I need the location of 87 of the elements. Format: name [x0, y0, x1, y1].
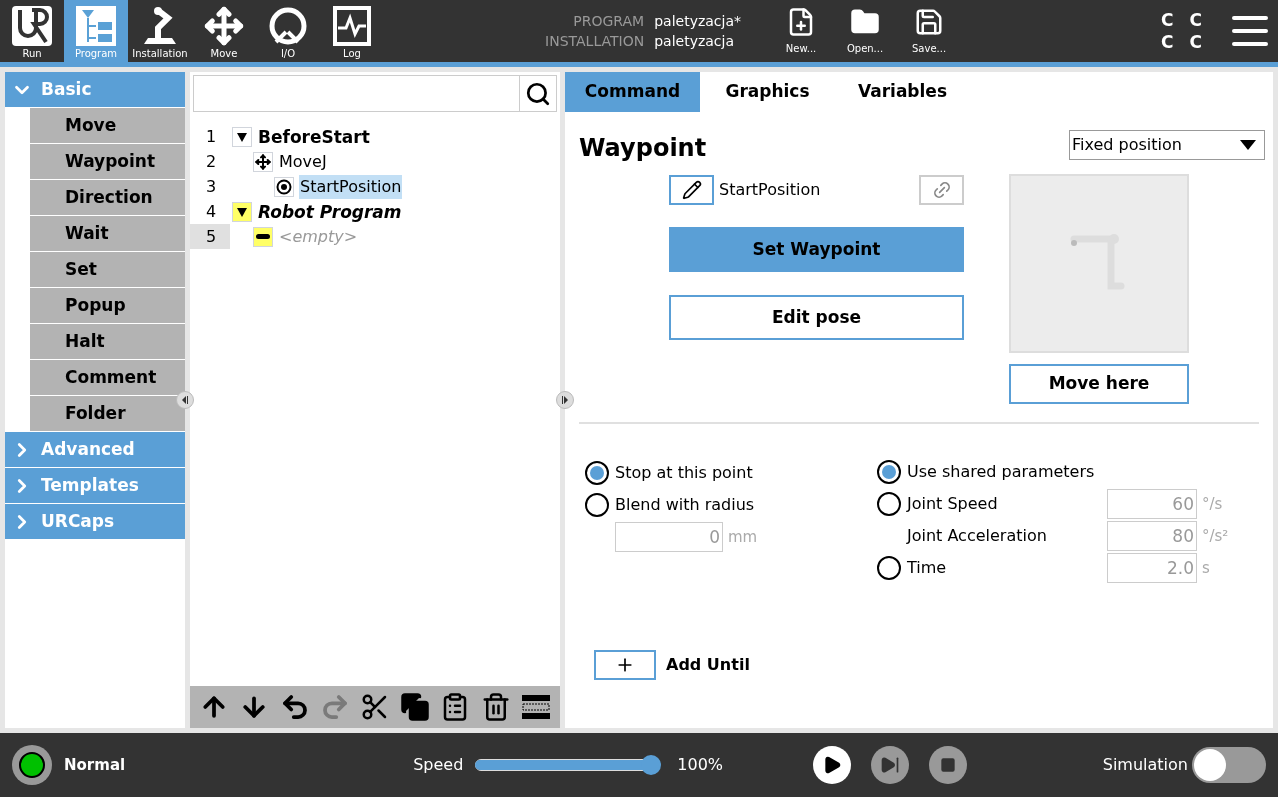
link-button[interactable] [919, 175, 964, 205]
stop-icon [940, 757, 957, 773]
mode-letter: C [1189, 9, 1202, 31]
waypoint-name: StartPosition [719, 179, 821, 201]
unit-label: °/s² [1202, 525, 1229, 547]
add-until-label: Add Until [666, 654, 750, 676]
nav-tab[interactable]: Installation [128, 0, 192, 62]
mode-letter: C [1161, 9, 1174, 31]
set-waypoint-button[interactable]: Set Waypoint [669, 227, 964, 272]
mode-letter: C [1189, 31, 1202, 53]
editor-tab[interactable]: Command [565, 72, 700, 112]
unit-label: mm [728, 526, 758, 548]
program-tree-icon [74, 6, 118, 46]
simulation-label: Simulation [1102, 754, 1188, 776]
step-icon [880, 755, 901, 775]
stop-button[interactable] [929, 746, 968, 784]
position-type-dropdown[interactable]: Fixed position [1069, 130, 1265, 160]
tree-node-label[interactable]: Robot Program [257, 199, 403, 224]
file-button[interactable]: Open... [833, 0, 898, 62]
play-icon [822, 755, 843, 775]
command-item[interactable]: Popup [30, 288, 185, 323]
command-item[interactable]: Move [30, 108, 185, 143]
dropdown-caret-icon [1240, 140, 1256, 150]
suppress-icon[interactable] [520, 692, 551, 722]
parameter-label: Time [907, 557, 948, 579]
program-label: PROGRAM [572, 12, 645, 31]
option-label: Stop at this point [615, 462, 753, 484]
command-item[interactable]: Wait [30, 216, 185, 251]
command-item[interactable]: Halt [30, 324, 185, 359]
status-label: Normal [64, 754, 126, 776]
play-button[interactable] [813, 746, 852, 784]
tree-node-label[interactable]: BeforeStart [257, 124, 371, 149]
speed-reading: 100% [677, 754, 724, 776]
log-chart-icon [330, 6, 374, 46]
radio-button[interactable] [877, 556, 901, 580]
command-item[interactable]: Set [30, 252, 185, 287]
line-number: 3 [205, 176, 218, 198]
move-arrows-icon [253, 151, 273, 172]
radio-button[interactable] [585, 461, 609, 485]
line-number: 4 [205, 201, 218, 223]
waypoint-title: Waypoint [579, 133, 707, 164]
add-until-button[interactable] [594, 650, 656, 680]
unit-label: s [1202, 557, 1210, 579]
option-label: Blend with radius [615, 494, 755, 516]
tree-node-label[interactable]: MoveJ [278, 149, 328, 174]
radio-button[interactable] [585, 493, 609, 517]
mode-letter: C [1161, 31, 1174, 53]
line-number: 1 [205, 126, 218, 148]
program-name: paletyzacja* [654, 12, 742, 31]
parameter-label: Joint Acceleration [907, 525, 1048, 547]
command-item[interactable]: Folder [30, 396, 185, 431]
radio-button[interactable] [877, 492, 901, 516]
line-number: 5 [190, 224, 230, 249]
editor-tab[interactable]: Graphics [700, 72, 835, 112]
unit-label: °/s [1202, 493, 1223, 515]
simulation-toggle[interactable] [1192, 747, 1266, 783]
status-indicator-icon[interactable] [12, 745, 52, 785]
waypoint-target-icon [274, 176, 294, 197]
command-item[interactable]: Comment [30, 360, 185, 395]
rename-button[interactable] [669, 175, 714, 205]
pencil-icon [681, 180, 702, 200]
editor-tab[interactable]: Variables [835, 72, 970, 112]
logo-icon [10, 6, 54, 46]
line-number: 2 [205, 151, 218, 173]
search-icon[interactable] [525, 80, 551, 107]
command-item[interactable]: Waypoint [30, 144, 185, 179]
copy-icon[interactable] [400, 692, 431, 722]
nav-tab[interactable]: I/O [256, 0, 320, 62]
installation-name: paletyzacja [654, 32, 736, 51]
command-item[interactable]: Direction [30, 180, 185, 215]
menu-icon[interactable] [1232, 16, 1268, 46]
file-button[interactable]: Save... [897, 0, 962, 62]
option-label: Use shared parameters [907, 461, 1095, 483]
speed-label: Speed [413, 754, 464, 776]
file-button[interactable]: New... [769, 0, 834, 62]
radio-button[interactable] [877, 460, 901, 484]
nav-tab[interactable]: Log [320, 0, 384, 62]
nav-tab[interactable]: Run [0, 0, 64, 62]
edit-pose-button[interactable]: Edit pose [669, 295, 964, 340]
parameter-label: Joint Speed [907, 493, 999, 515]
tree-node-label[interactable]: StartPosition [299, 174, 403, 199]
step-button[interactable] [871, 746, 910, 784]
move-here-button[interactable]: Move here [1009, 364, 1189, 404]
nav-tab[interactable]: Move [192, 0, 256, 62]
installation-label: INSTALLATION [545, 32, 645, 51]
move-arrows-icon [202, 6, 246, 46]
search-field[interactable] [193, 75, 557, 112]
